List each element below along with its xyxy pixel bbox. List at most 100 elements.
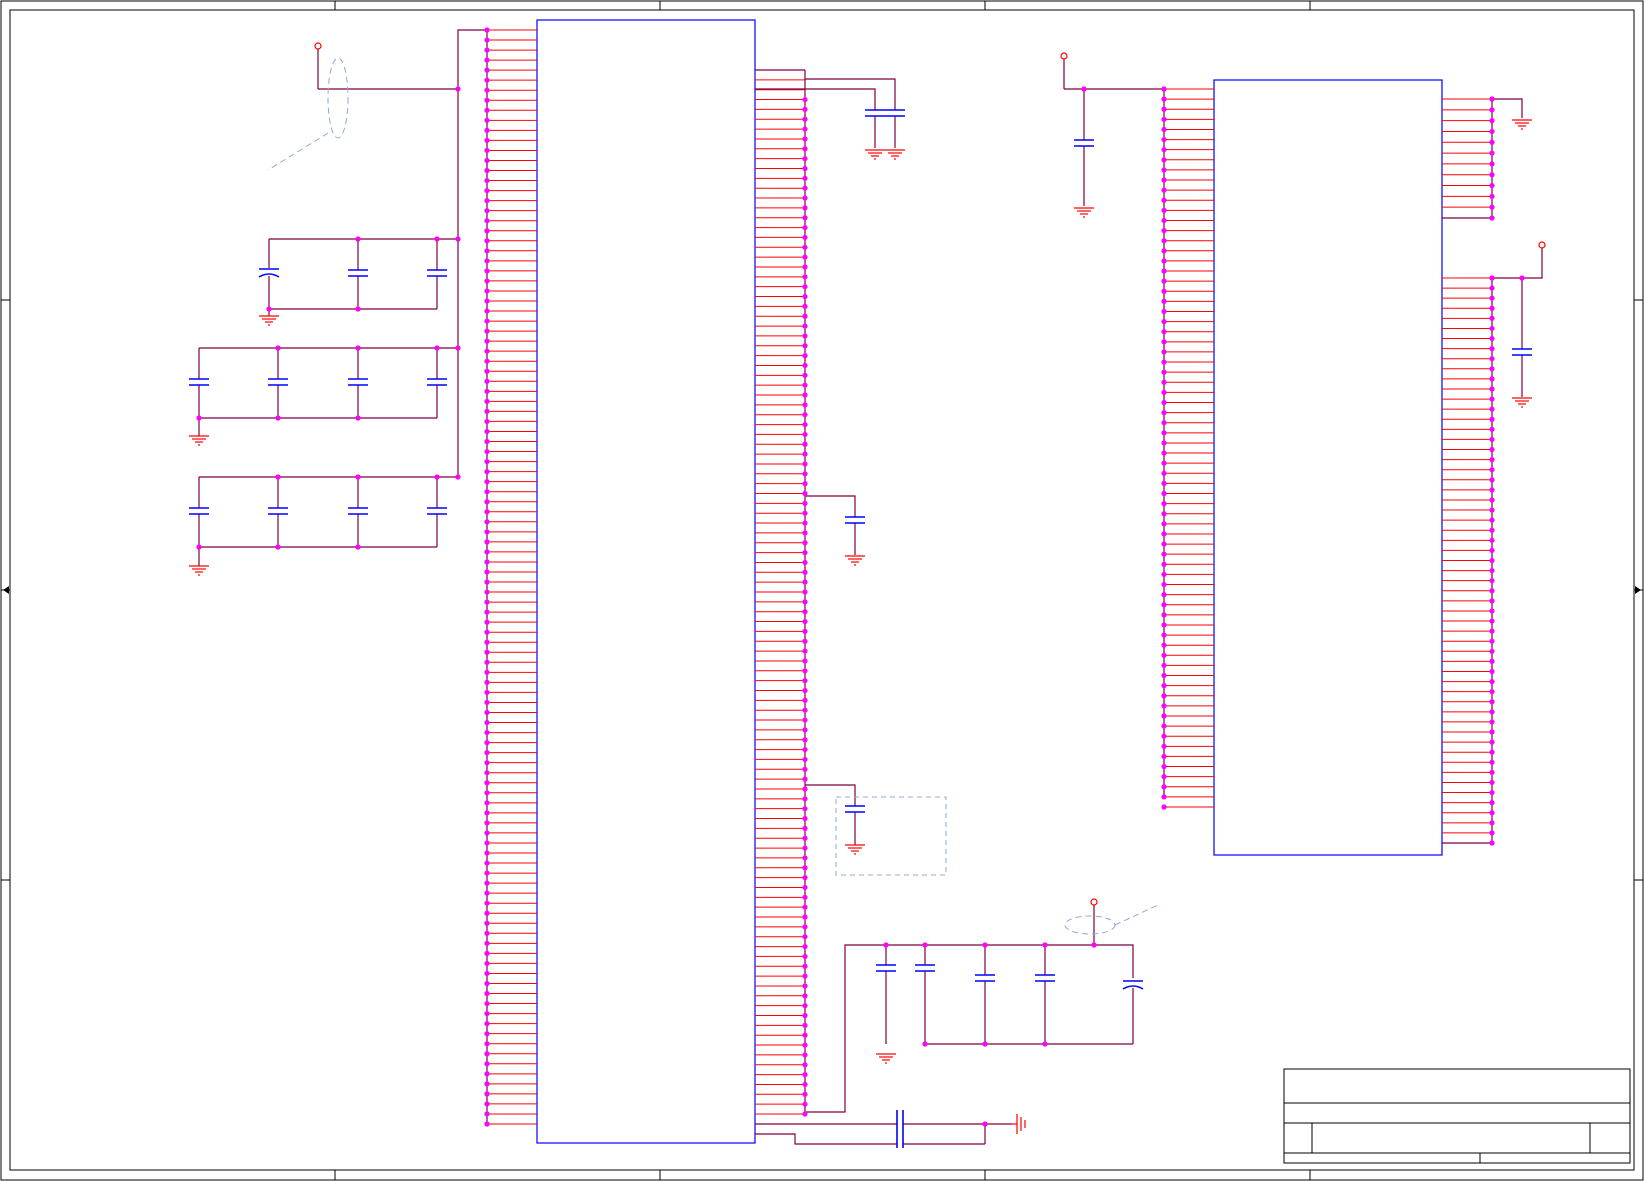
junction-dot-icon <box>1091 942 1097 948</box>
junction-dot-icon <box>484 699 490 706</box>
junction-dot-icon <box>1161 227 1167 234</box>
junction-dot-icon <box>455 474 461 480</box>
junction-dot-icon <box>455 236 461 242</box>
junction-dot-icon <box>1489 366 1495 372</box>
junction-dot-icon <box>355 415 361 421</box>
junction-dot-icon <box>1489 128 1495 135</box>
junction-dot-icon <box>802 924 808 930</box>
junction-dot-icon <box>1042 942 1048 948</box>
junction-dot-icon <box>355 544 361 550</box>
junction-dot-icon <box>484 830 490 836</box>
junction-dot-icon <box>802 963 808 969</box>
junction-dot-icon <box>484 1041 490 1047</box>
junction-dot-icon <box>484 1021 490 1027</box>
junction-dot-icon <box>1519 275 1525 281</box>
junction-dot-icon <box>1489 769 1495 775</box>
junction-dot-icon <box>484 529 490 535</box>
junction-dot-icon <box>802 766 808 772</box>
junction-dot-icon <box>802 1022 808 1028</box>
junction-dot-icon <box>802 697 808 703</box>
junction-dot-icon <box>802 461 808 467</box>
junction-dot-icon <box>484 579 490 585</box>
junction-dot-icon <box>802 116 808 122</box>
junction-dot-icon <box>1161 298 1167 304</box>
junction-dot-icon <box>484 499 490 505</box>
junction-dot-icon <box>484 489 490 495</box>
junction-dot-icon <box>802 658 808 664</box>
junction-dot-icon <box>1161 278 1167 284</box>
junction-dot-icon <box>484 388 490 394</box>
junction-dot-icon <box>802 993 808 999</box>
junction-dot-icon <box>1489 118 1495 124</box>
junction-dot-icon <box>484 278 490 284</box>
junction-dot-icon <box>1489 386 1495 392</box>
junction-dot-icon <box>484 228 490 234</box>
junction-dot-icon <box>1161 693 1167 699</box>
junction-dot-icon <box>484 117 490 123</box>
junction-dot-icon <box>484 900 490 906</box>
junction-dot-icon <box>1161 430 1167 436</box>
junction-dot-icon <box>1161 622 1167 628</box>
junction-dot-icon <box>484 1031 490 1037</box>
junction-dot-icon <box>484 107 490 113</box>
junction-dot-icon <box>802 983 808 989</box>
junction-dot-icon <box>1489 739 1495 745</box>
junction-dot-icon <box>484 840 490 846</box>
junction-dot-icon <box>484 47 490 53</box>
junction-dot-icon <box>434 236 440 242</box>
junction-dot-icon <box>484 1091 490 1097</box>
junction-dot-icon <box>484 880 490 886</box>
junction-dot-icon <box>1161 470 1167 476</box>
junction-dot-icon <box>802 796 808 802</box>
junction-dot-icon <box>802 1072 808 1078</box>
junction-dot-icon <box>484 850 490 856</box>
junction-dot-icon <box>1042 1041 1048 1047</box>
junction-dot-icon <box>484 358 490 364</box>
junction-dot-icon <box>802 1042 808 1048</box>
junction-dot-icon <box>802 451 808 457</box>
junction-dot-icon <box>1161 460 1167 466</box>
junction-dot-icon <box>1489 139 1495 145</box>
junction-dot-icon <box>1489 285 1495 291</box>
junction-dot-icon <box>1489 759 1495 765</box>
junction-dot-icon <box>484 960 490 967</box>
junction-dot-icon <box>1161 288 1167 294</box>
junction-dot-icon <box>802 727 808 733</box>
junction-dot-icon <box>484 639 490 645</box>
junction-dot-icon <box>802 500 808 506</box>
junction-dot-icon <box>1489 678 1495 685</box>
junction-dot-icon <box>1161 177 1167 183</box>
junction-dot-icon <box>802 707 808 713</box>
junction-dot-icon <box>922 1041 928 1047</box>
junction-dot-icon <box>802 372 808 378</box>
junction-dot-icon <box>1489 295 1495 301</box>
junction-dot-icon <box>275 474 281 480</box>
junction-dot-icon <box>1489 779 1495 786</box>
junction-dot-icon <box>484 167 490 174</box>
junction-dot-icon <box>196 544 202 550</box>
junction-dot-icon <box>484 469 490 475</box>
junction-dot-icon <box>802 520 808 526</box>
junction-dot-icon <box>484 790 490 796</box>
junction-dot-icon <box>1161 197 1167 203</box>
junction-dot-icon <box>484 157 490 164</box>
junction-dot-icon <box>802 205 808 211</box>
junction-dot-icon <box>1489 547 1495 554</box>
junction-dot-icon <box>1161 167 1167 173</box>
junction-dot-icon <box>484 328 490 334</box>
junction-dot-icon <box>484 198 490 204</box>
junction-dot-icon <box>484 800 490 806</box>
junction-dot-icon <box>1489 376 1495 382</box>
junction-dot-icon <box>802 165 808 172</box>
junction-dot-icon <box>1489 567 1495 574</box>
junction-dot-icon <box>802 776 808 782</box>
junction-dot-icon <box>1161 480 1167 486</box>
junction-dot-icon <box>1161 490 1167 497</box>
junction-dot-icon <box>802 481 808 487</box>
junction-dot-icon <box>1161 551 1167 557</box>
junction-dot-icon <box>802 274 808 280</box>
junction-dot-icon <box>1161 440 1167 446</box>
junction-dot-icon <box>484 137 490 144</box>
junction-dot-icon <box>455 86 461 92</box>
junction-dot-icon <box>1161 531 1167 537</box>
